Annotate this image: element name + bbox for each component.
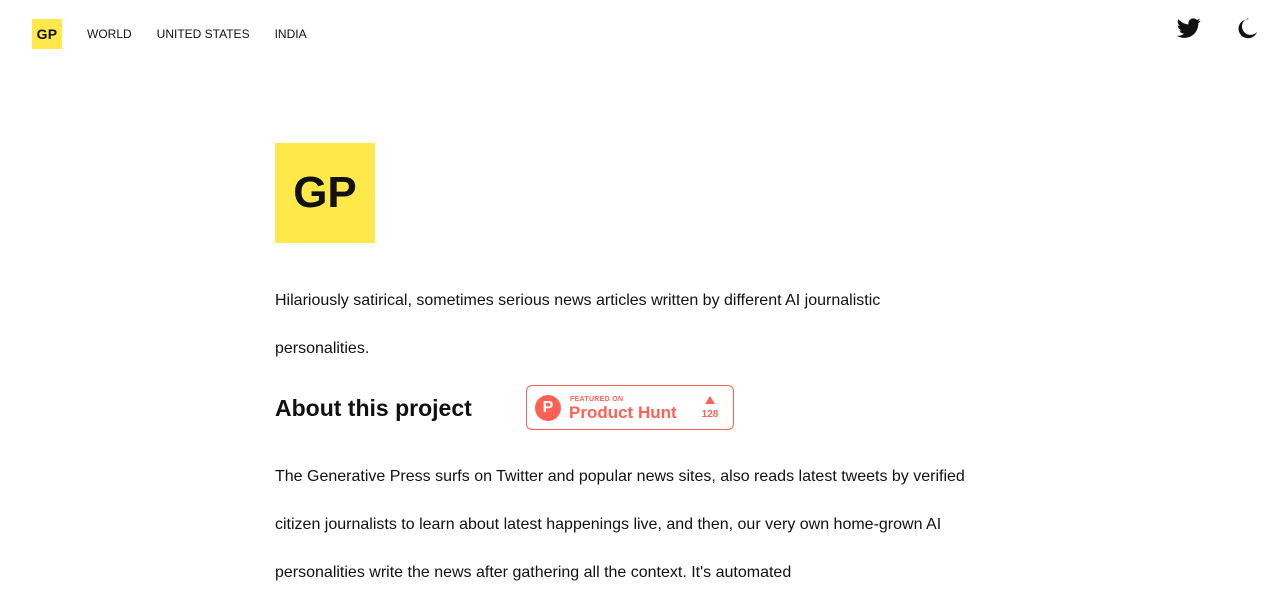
product-hunt-logo-letter: P — [542, 399, 554, 416]
product-hunt-logo-icon: P — [535, 395, 561, 421]
about-row: About this project P FEATURED ON Product… — [275, 385, 965, 431]
main-content: GP Hilariously satirical, sometimes seri… — [275, 143, 965, 597]
about-text: The Generative Press surfs on Twitter an… — [275, 468, 965, 581]
nav-item-india[interactable]: INDIA — [275, 26, 307, 42]
product-hunt-name: Product Hunt — [569, 403, 677, 422]
hero-logo: GP — [275, 143, 375, 243]
twitter-icon[interactable] — [1176, 16, 1201, 40]
product-hunt-badge[interactable]: P FEATURED ON Product Hunt 128 — [526, 385, 734, 430]
upvote-arrow-icon — [705, 396, 715, 404]
product-hunt-vote-count: 128 — [701, 409, 719, 420]
intro-text: Hilariously satirical, sometimes serious… — [275, 292, 881, 357]
top-navigation-bar: GP WORLD UNITED STATES INDIA — [0, 0, 1280, 70]
main-nav: WORLD UNITED STATES INDIA — [87, 26, 307, 42]
about-heading: About this project — [275, 395, 472, 421]
moon-icon[interactable] — [1236, 16, 1260, 40]
site-logo-text: GP — [36, 26, 58, 42]
nav-item-world[interactable]: WORLD — [87, 26, 132, 42]
hero-logo-text: GP — [293, 168, 357, 217]
site-logo[interactable]: GP — [32, 19, 62, 49]
nav-item-united-states[interactable]: UNITED STATES — [157, 26, 250, 42]
